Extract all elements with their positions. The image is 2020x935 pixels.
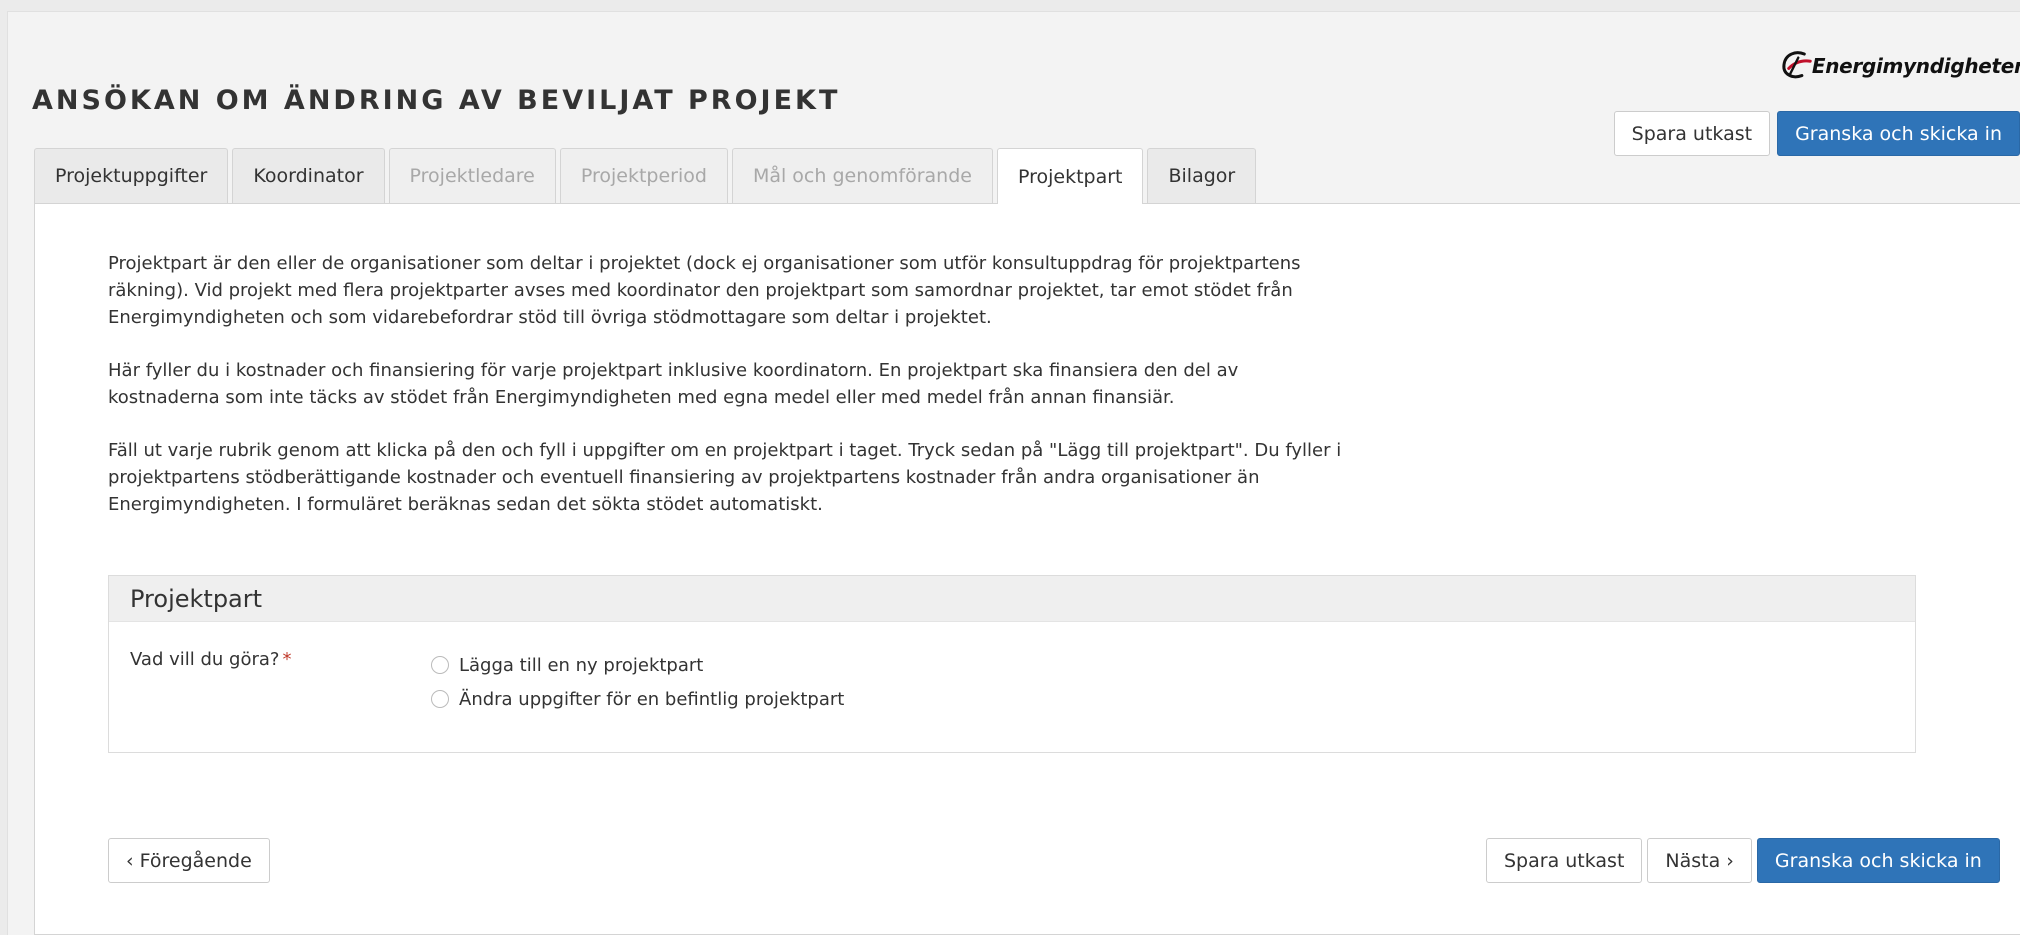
radio-label: Lägga till en ny projektpart [459,654,704,676]
radio-circle-icon[interactable] [431,656,449,674]
review-submit-button-top[interactable]: Granska och skicka in [1777,111,2020,156]
save-draft-button-bottom[interactable]: Spara utkast [1486,838,1643,883]
tab-panel: Projektpart är den eller de organisation… [34,203,2020,935]
tab-mal-och-genomforande: Mål och genomförande [731,148,993,203]
radio-circle-icon[interactable] [431,690,449,708]
radio-add-new-projektpart[interactable]: Lägga till en ny projektpart [431,648,844,682]
section-title: Projektpart [109,576,1915,622]
question-label: Vad vill du göra? * [130,649,291,670]
tab-bar: Projektuppgifter Koordinator Projektleda… [34,148,1257,204]
tab-projektuppgifter[interactable]: Projektuppgifter [34,148,229,203]
tab-koordinator[interactable]: Koordinator [232,148,385,203]
required-marker: * [282,649,292,670]
page-container: Energimyndigheten ANSÖKAN OM ÄNDRING AV … [7,11,2020,935]
top-actions: Spara utkast Granska och skicka in [1613,111,2020,156]
intro-text: Projektpart är den eller de organisation… [108,250,1348,544]
action-radio-group: Lägga till en ny projektpart Ändra uppgi… [431,648,844,716]
logo-swoosh-icon [1782,51,1812,79]
page-title: ANSÖKAN OM ÄNDRING AV BEVILJAT PROJEKT [32,85,841,116]
intro-paragraph: Projektpart är den eller de organisation… [108,253,1301,328]
intro-paragraph: Här fyller du i kostnader och finansieri… [108,360,1239,408]
tab-bilagor[interactable]: Bilagor [1147,148,1257,203]
logo-text: Energimyndigheten [1811,54,2020,78]
bottom-nav-right: Spara utkast Nästa › Granska och skicka … [1486,838,2000,883]
projektpart-section: Projektpart Vad vill du göra? * Lägga til… [108,575,1916,753]
tab-projektpart[interactable]: Projektpart [996,148,1144,204]
next-button[interactable]: Nästa › [1647,838,1752,883]
review-submit-button-bottom[interactable]: Granska och skicka in [1756,838,2000,883]
intro-paragraph: Fäll ut varje rubrik genom att klicka på… [108,440,1342,515]
previous-button[interactable]: ‹ Föregående [108,838,270,883]
save-draft-button-top[interactable]: Spara utkast [1613,111,1771,156]
radio-edit-existing-projektpart[interactable]: Ändra uppgifter för en befintlig projekt… [431,682,844,716]
bottom-nav-left: ‹ Föregående [108,838,270,883]
tab-projektledare: Projektledare [388,148,556,203]
energimyndigheten-logo: Energimyndigheten [1778,36,2020,96]
question-text: Vad vill du göra? [130,649,280,670]
tab-projektperiod: Projektperiod [559,148,728,203]
radio-label: Ändra uppgifter för en befintlig projekt… [459,688,845,710]
